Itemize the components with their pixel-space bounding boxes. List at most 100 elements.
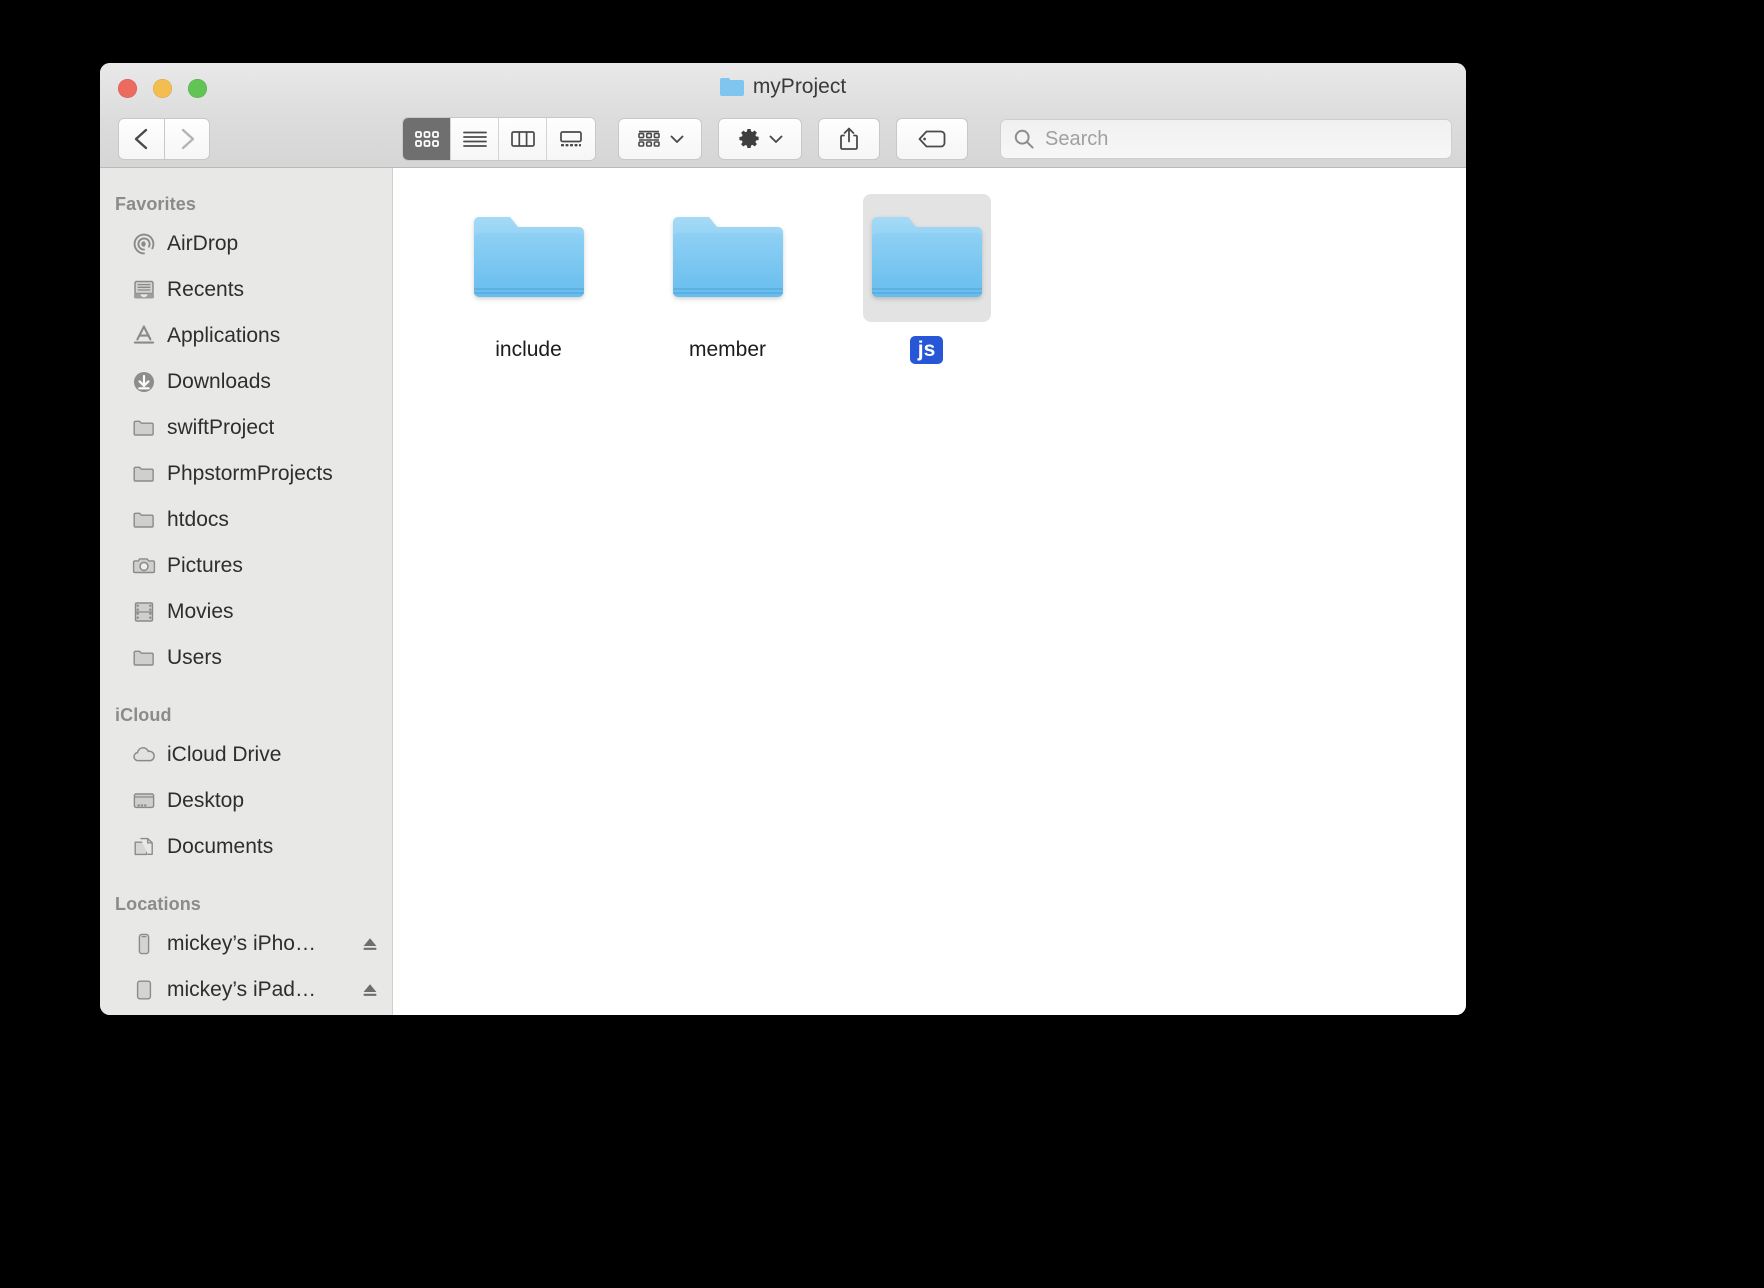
search-icon: [1014, 129, 1034, 149]
arrange-grid-icon: [638, 130, 660, 147]
sidebar-item-pictures[interactable]: Pictures: [100, 543, 392, 589]
eject-icon[interactable]: [360, 934, 380, 954]
sidebar-item-phpstormprojects[interactable]: PhpstormProjects: [100, 451, 392, 497]
icon-container: [862, 194, 991, 322]
sidebar-item-iphone[interactable]: mickey’s iPho…: [100, 921, 392, 967]
icon-view-button[interactable]: [403, 118, 451, 160]
gallery-view-button[interactable]: [547, 118, 595, 160]
sidebar-item-label: PhpstormProjects: [167, 462, 333, 485]
sidebar-item-applications[interactable]: Applications: [100, 313, 392, 359]
sidebar-item-movies[interactable]: Movies: [100, 589, 392, 635]
list-view-button[interactable]: [451, 118, 499, 160]
sidebar-item-label: Movies: [167, 600, 234, 623]
arrange-button[interactable]: [618, 118, 702, 160]
gallery-icon: [560, 131, 582, 147]
view-mode-segmented-control: [402, 117, 596, 161]
window-title-text: myProject: [752, 75, 847, 98]
airdrop-icon: [130, 231, 157, 258]
file-item-js[interactable]: js: [827, 186, 1026, 364]
folder-icon: [871, 217, 982, 297]
forward-button[interactable]: [164, 118, 210, 160]
downloads-icon: [130, 369, 157, 396]
file-browser-content[interactable]: include member js: [393, 168, 1466, 1015]
sidebar-item-label: AirDrop: [167, 232, 239, 255]
folder-icon: [130, 645, 157, 672]
chevron-down-icon: [670, 135, 684, 143]
file-item-label: member: [688, 338, 767, 361]
folder-icon: [473, 217, 584, 297]
finder-window: myProject Search Favorites AirDrop Recen…: [100, 63, 1466, 1015]
ipad-icon: [130, 977, 157, 1004]
maximize-button[interactable]: [188, 79, 207, 98]
pictures-icon: [130, 553, 157, 580]
sidebar-item-label: Pictures: [167, 554, 243, 577]
minimize-button[interactable]: [153, 79, 172, 98]
file-item-member[interactable]: member: [628, 186, 827, 364]
sidebar-item-swiftproject[interactable]: swiftProject: [100, 405, 392, 451]
sidebar-item-ipad[interactable]: mickey’s iPad…: [100, 967, 392, 1013]
search-field[interactable]: Search: [1000, 119, 1452, 159]
list-icon: [462, 131, 487, 147]
close-button[interactable]: [118, 79, 137, 98]
tag-button[interactable]: [896, 118, 968, 160]
sidebar-section-header-favorites: Favorites: [115, 194, 196, 214]
recents-icon: [130, 277, 157, 304]
sidebar-item-label: mickey’s iPho…: [167, 932, 316, 955]
icon-container: [664, 194, 792, 322]
cloud-icon: [130, 742, 157, 769]
icon-container: [465, 194, 593, 322]
sidebar-item-htdocs[interactable]: htdocs: [100, 497, 392, 543]
sidebar-item-label: iCloud Drive: [167, 743, 282, 766]
sidebar-divider: [100, 870, 392, 884]
tag-icon: [918, 130, 946, 148]
action-menu-button[interactable]: [718, 118, 802, 160]
traffic-lights: [118, 79, 207, 98]
sidebar-item-label: Downloads: [167, 370, 271, 393]
back-icon: [134, 128, 147, 150]
sidebar-divider: [100, 681, 392, 695]
window-titlebar[interactable]: myProject Search: [100, 63, 1466, 168]
file-item-label: include: [495, 338, 562, 361]
forward-icon: [181, 128, 195, 150]
navigation-buttons: [118, 118, 210, 160]
desktop-icon: [130, 788, 157, 815]
sidebar-item-label: mickey’s iPad…: [167, 978, 316, 1001]
sidebar-item-airdrop[interactable]: AirDrop: [100, 221, 392, 267]
sidebar-item-label: Desktop: [167, 789, 245, 812]
toolbar: Search: [100, 110, 1466, 168]
grid-icon: [414, 131, 439, 147]
columns-icon: [510, 131, 535, 147]
eject-icon[interactable]: [360, 980, 380, 1000]
sidebar-item-desktop[interactable]: Desktop: [100, 778, 392, 824]
sidebar: Favorites AirDrop Recents Applications D…: [100, 168, 393, 1015]
file-item-label: js: [909, 336, 944, 364]
share-icon: [840, 127, 858, 150]
column-view-button[interactable]: [499, 118, 547, 160]
gear-icon: [739, 129, 759, 148]
folder-icon: [672, 217, 783, 297]
icon-grid: include member js: [429, 186, 1466, 364]
movies-icon: [130, 599, 157, 626]
sidebar-item-label: htdocs: [167, 508, 229, 531]
sidebar-item-users[interactable]: Users: [100, 635, 392, 681]
back-button[interactable]: [118, 118, 164, 160]
sidebar-item-label: Documents: [167, 835, 274, 858]
sidebar-item-icloud-drive[interactable]: iCloud Drive: [100, 732, 392, 778]
folder-icon: [130, 461, 157, 488]
window-body: Favorites AirDrop Recents Applications D…: [100, 168, 1466, 1015]
sidebar-item-documents[interactable]: Documents: [100, 824, 392, 870]
sidebar-section-header-icloud: iCloud: [115, 705, 172, 725]
sidebar-item-downloads[interactable]: Downloads: [100, 359, 392, 405]
share-button[interactable]: [818, 118, 880, 160]
file-item-include[interactable]: include: [429, 186, 628, 364]
sidebar-item-label: Users: [167, 646, 222, 669]
search-placeholder: Search: [1045, 127, 1109, 150]
sidebar-section-header-locations: Locations: [115, 894, 201, 914]
folder-icon: [719, 78, 744, 96]
folder-icon: [130, 415, 157, 442]
folder-icon: [130, 507, 157, 534]
sidebar-item-recents[interactable]: Recents: [100, 267, 392, 313]
sidebar-item-label: Applications: [167, 324, 281, 347]
documents-icon: [130, 834, 157, 861]
chevron-down-icon: [769, 135, 783, 143]
